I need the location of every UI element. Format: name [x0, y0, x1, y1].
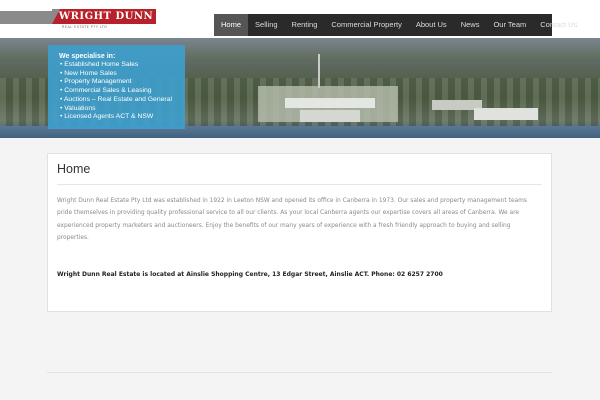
specialise-item: • Established Home Sales: [60, 61, 139, 68]
specialise-item: • Licensed Agents ACT & NSW: [60, 113, 154, 121]
logo-subtitle: REAL ESTATE PTY LTD: [62, 25, 108, 29]
specialise-item: • Auctions – Real Estate and General: [60, 95, 172, 103]
specialise-item: • New Home Sales: [60, 69, 117, 77]
title-divider: [57, 184, 542, 185]
office-address: Wright Dunn Real Estate is located at Ai…: [57, 271, 443, 278]
nav-item-contact-us[interactable]: Contact Us: [533, 14, 584, 36]
nav-item-renting[interactable]: Renting: [285, 14, 325, 36]
content-panel: Home Wright Dunn Real Estate Pty Ltd was…: [47, 153, 552, 312]
nav-item-news[interactable]: News: [454, 14, 487, 36]
intro-line: properties.: [57, 234, 89, 241]
nav-item-selling[interactable]: Selling: [248, 14, 285, 36]
logo-gray-bar: [0, 11, 56, 24]
logo-name: WRIGHT DUNN: [58, 11, 154, 22]
banner-parliament-building: [285, 98, 375, 108]
nav-item-commercial-property[interactable]: Commercial Property: [324, 14, 408, 36]
intro-line: experienced property marketers and aucti…: [57, 222, 511, 229]
company-logo[interactable]: WRIGHT DUNN REAL ESTATE PTY LTD: [0, 8, 160, 34]
footer-divider: [47, 372, 552, 373]
specialise-item: • Valuations: [60, 104, 96, 112]
specialise-box: We specialise in: • Established Home Sal…: [48, 45, 185, 129]
intro-line: Wright Dunn Real Estate Pty Ltd was esta…: [57, 198, 527, 204]
banner-old-parliament: [300, 110, 360, 122]
banner-right-building: [474, 108, 538, 120]
page-title: Home: [57, 162, 91, 176]
specialise-item: • Property Management: [60, 78, 132, 86]
specialise-list: • Established Home Sales • New Home Sale…: [60, 61, 172, 122]
banner-flag-mast: [318, 54, 320, 88]
site-header: WRIGHT DUNN REAL ESTATE PTY LTD Home Sel…: [0, 0, 600, 38]
intro-paragraph: Wright Dunn Real Estate Pty Ltd was esta…: [57, 195, 545, 244]
nav-item-home[interactable]: Home: [214, 14, 249, 36]
nav-item-about-us[interactable]: About Us: [409, 14, 454, 36]
main-nav: Home Selling Renting Commercial Property…: [214, 14, 577, 36]
specialise-item: • Commercial Sales & Leasing: [60, 87, 152, 95]
intro-line: pride themselves in providing quality pr…: [57, 210, 520, 217]
specialise-title: We specialise in:: [59, 53, 116, 60]
nav-item-our-team[interactable]: Our Team: [486, 14, 533, 36]
